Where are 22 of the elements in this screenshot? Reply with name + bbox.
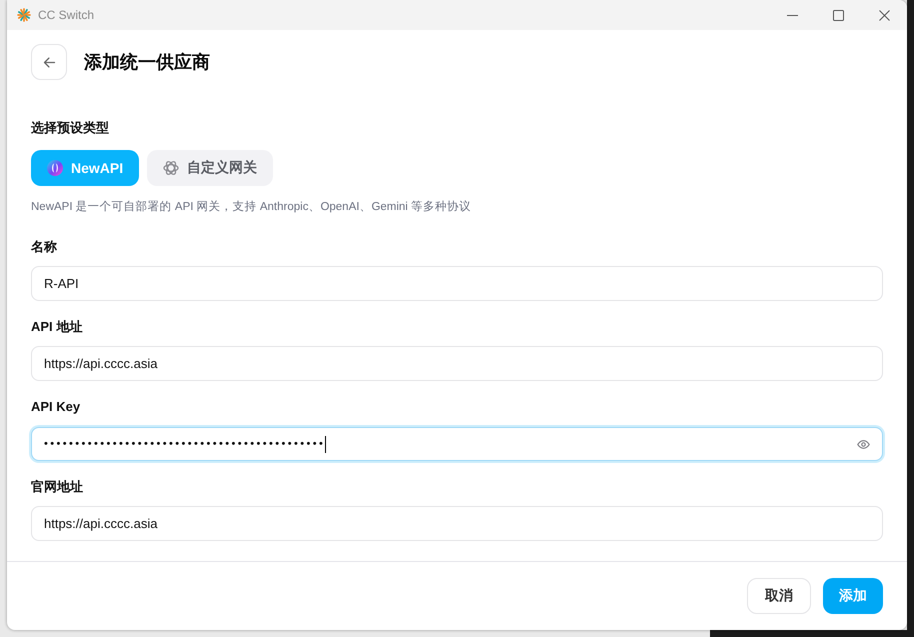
maximize-icon <box>832 10 844 20</box>
burst-logo-icon <box>17 8 31 22</box>
window-title: CC Switch <box>38 8 94 22</box>
eye-icon[interactable] <box>857 438 870 450</box>
password-input[interactable]: ••••••••••••••••••••••••••••••••••••••••••••• <box>31 427 883 461</box>
knot-icon <box>163 160 180 176</box>
cancel-button[interactable]: 取消 <box>747 578 811 614</box>
text-input[interactable]: https://api.cccc.asia <box>31 506 883 541</box>
arrow-left-icon <box>42 54 56 70</box>
swirl-logo-icon <box>47 160 63 176</box>
text-cursor-icon <box>325 436 326 452</box>
field-label: 官网地址 <box>31 478 83 496</box>
field-label: 名称 <box>31 238 57 256</box>
close-icon <box>878 10 890 20</box>
text-input[interactable]: R-API <box>31 266 883 301</box>
preset-option[interactable]: 自定义网关 <box>147 150 274 186</box>
section-label: 选择预设类型 <box>31 119 109 137</box>
page-title: 添加统一供应商 <box>84 51 210 74</box>
field-label: API 地址 <box>31 318 82 336</box>
text-input[interactable]: https://api.cccc.asia <box>31 346 883 381</box>
preset-description: NewAPI 是一个可自部署的 API 网关，支持 Anthropic、OpenAI、Gemini 等多种协议 <box>31 199 472 215</box>
field-label: API Key <box>31 398 80 416</box>
